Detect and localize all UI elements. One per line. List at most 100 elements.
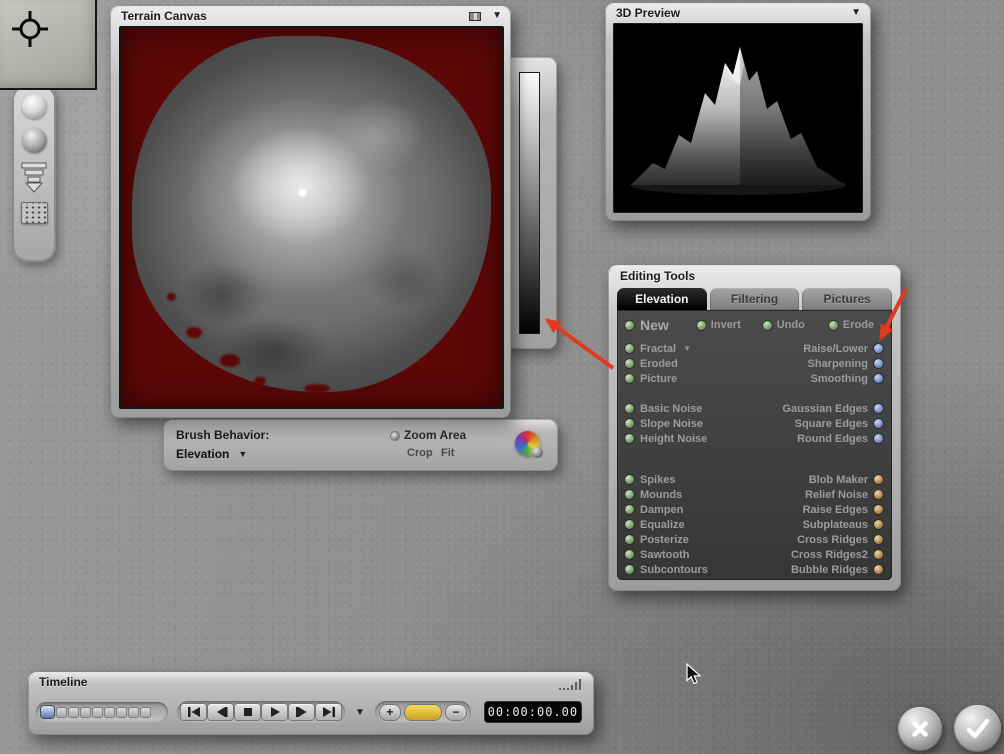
new-label[interactable]: New xyxy=(640,317,669,333)
tab-pictures[interactable]: Pictures xyxy=(802,288,893,310)
cancel-button[interactable] xyxy=(898,707,942,751)
erode-button[interactable] xyxy=(828,320,838,330)
elevation-gradient-slider[interactable] xyxy=(519,72,540,334)
tab-elevation[interactable]: Elevation xyxy=(617,288,707,310)
fit-button[interactable]: Fit xyxy=(441,447,454,459)
auto-key-button[interactable] xyxy=(404,704,441,720)
zoom-area-label[interactable]: Zoom Area xyxy=(404,428,466,442)
timeline-options-icon[interactable]: ▼ xyxy=(355,707,365,718)
resize-grip-icon[interactable] xyxy=(559,679,581,690)
basic-noise-led[interactable] xyxy=(625,404,634,413)
tool-raise-lower[interactable]: Raise/Lower xyxy=(755,341,885,356)
fractal-led[interactable] xyxy=(625,344,634,353)
shaded-sphere-tool-icon[interactable] xyxy=(21,128,47,153)
preview-3d-canvas[interactable] xyxy=(613,23,863,213)
crop-button[interactable]: Crop xyxy=(407,447,433,459)
step-back-button[interactable] xyxy=(208,704,233,720)
tool-posterize[interactable]: Posterize xyxy=(625,532,755,547)
skip-start-button[interactable] xyxy=(181,704,206,720)
round-edges-led[interactable] xyxy=(874,434,883,443)
tool-equalize[interactable]: Equalize xyxy=(625,517,755,532)
fractal-label: Fractal xyxy=(640,342,677,355)
timeline-titlebar[interactable]: Timeline xyxy=(28,672,594,692)
square-edges-led[interactable] xyxy=(874,419,883,428)
tool-dampen[interactable]: Dampen xyxy=(625,502,755,517)
tool-sawtooth[interactable]: Sawtooth xyxy=(625,547,755,562)
sphere-tool-icon[interactable] xyxy=(21,94,47,119)
play-button[interactable] xyxy=(262,704,287,720)
arrow-stack-icon[interactable] xyxy=(21,162,47,193)
tool-spikes[interactable]: Spikes xyxy=(625,472,755,487)
relief-noise-led[interactable] xyxy=(874,490,883,499)
raise-lower-led[interactable] xyxy=(874,344,883,353)
brush-mode-dropdown-icon: ▼ xyxy=(238,448,248,459)
tool-cross-ridges[interactable]: Cross Ridges xyxy=(755,532,885,547)
slope-noise-led[interactable] xyxy=(625,419,634,428)
preview-3d-titlebar[interactable]: 3D Preview ▼ xyxy=(605,3,871,23)
raise-edges-led[interactable] xyxy=(874,505,883,514)
terrain-collapse-icon[interactable]: ▼ xyxy=(492,11,502,21)
cross-ridges-led[interactable] xyxy=(874,535,883,544)
brush-mode-dropdown[interactable]: Elevation ▼ xyxy=(176,447,247,461)
picture-led[interactable] xyxy=(625,374,634,383)
tool-raise-edges[interactable]: Raise Edges xyxy=(755,502,885,517)
tool-fractal[interactable]: Fractal ▼ xyxy=(625,341,755,356)
terrain-canvas-titlebar[interactable]: Terrain Canvas ▼ xyxy=(110,6,511,26)
tool-gaussian-edges[interactable]: Gaussian Edges xyxy=(755,401,885,416)
tool-round-edges[interactable]: Round Edges xyxy=(755,431,885,446)
timeline-scrubber[interactable] xyxy=(36,702,168,722)
tool-picture[interactable]: Picture xyxy=(625,371,755,386)
mounds-led[interactable] xyxy=(625,490,634,499)
terrain-heightmap-canvas[interactable] xyxy=(119,26,504,409)
smoothing-led[interactable] xyxy=(874,374,883,383)
grid-tool-icon[interactable] xyxy=(20,202,48,224)
bubble-ridges-led[interactable] xyxy=(874,565,883,574)
add-keyframe-button[interactable]: + xyxy=(379,704,400,720)
tool-sharpening[interactable]: Sharpening xyxy=(755,356,885,371)
fractal-dropdown-icon[interactable]: ▼ xyxy=(683,344,691,353)
zoom-area-led[interactable] xyxy=(391,432,399,440)
tool-mounds[interactable]: Mounds xyxy=(625,487,755,502)
group2-left: Basic Noise Slope Noise Height Noise xyxy=(625,401,755,446)
tool-relief-noise[interactable]: Relief Noise xyxy=(755,487,885,502)
height-noise-led[interactable] xyxy=(625,434,634,443)
eroded-led[interactable] xyxy=(625,359,634,368)
tab-filtering[interactable]: Filtering xyxy=(709,288,800,310)
tool-height-noise[interactable]: Height Noise xyxy=(625,431,755,446)
skip-end-button[interactable] xyxy=(316,704,341,720)
subcontours-led[interactable] xyxy=(625,565,634,574)
tool-bubble-ridges[interactable]: Bubble Ridges xyxy=(755,562,885,577)
tool-smoothing[interactable]: Smoothing xyxy=(755,371,885,386)
sharpening-led[interactable] xyxy=(874,359,883,368)
color-wheel-icon[interactable] xyxy=(515,431,543,458)
sawtooth-led[interactable] xyxy=(625,550,634,559)
tool-cross-ridges2[interactable]: Cross Ridges2 xyxy=(755,547,885,562)
dampen-led[interactable] xyxy=(625,505,634,514)
nano-preview[interactable] xyxy=(0,0,97,90)
tool-square-edges[interactable]: Square Edges xyxy=(755,416,885,431)
tool-slope-noise[interactable]: Slope Noise xyxy=(625,416,755,431)
spikes-led[interactable] xyxy=(625,475,634,484)
subplateaus-led[interactable] xyxy=(874,520,883,529)
invert-button[interactable] xyxy=(696,320,706,330)
window-columns-icon[interactable] xyxy=(469,12,481,21)
posterize-led[interactable] xyxy=(625,535,634,544)
scrubber-thumb[interactable] xyxy=(41,706,54,718)
step-forward-button[interactable] xyxy=(289,704,314,720)
tool-subplateaus[interactable]: Subplateaus xyxy=(755,517,885,532)
blob-maker-led[interactable] xyxy=(874,475,883,484)
remove-keyframe-button[interactable]: − xyxy=(445,704,466,720)
new-button[interactable] xyxy=(625,320,634,330)
tool-blob-maker[interactable]: Blob Maker xyxy=(755,472,885,487)
gaussian-edges-led[interactable] xyxy=(874,404,883,413)
frame-bead xyxy=(69,707,78,717)
undo-button[interactable] xyxy=(762,320,772,330)
preview-collapse-icon[interactable]: ▼ xyxy=(851,8,861,18)
stop-button[interactable] xyxy=(235,704,260,720)
equalize-led[interactable] xyxy=(625,520,634,529)
tool-eroded[interactable]: Eroded xyxy=(625,356,755,371)
cross-ridges2-led[interactable] xyxy=(874,550,883,559)
tool-subcontours[interactable]: Subcontours xyxy=(625,562,755,577)
tool-basic-noise[interactable]: Basic Noise xyxy=(625,401,755,416)
confirm-button[interactable] xyxy=(954,705,1001,752)
